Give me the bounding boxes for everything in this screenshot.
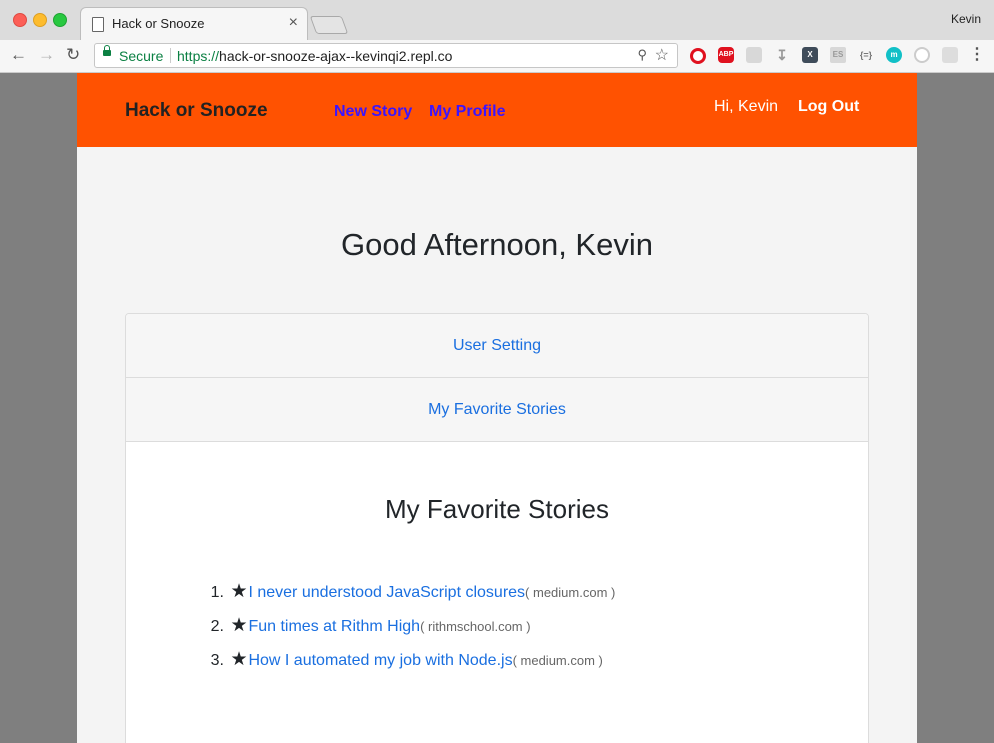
browser-titlebar: Hack or Snooze × Kevin (0, 0, 994, 41)
reload-icon[interactable]: ↻ (66, 46, 80, 64)
favorites-heading: My Favorite Stories (385, 494, 609, 524)
star-icon[interactable]: ★ (230, 614, 248, 637)
page-icon (92, 17, 104, 32)
cube-icon[interactable] (746, 47, 762, 63)
favorite-stories-toggle[interactable]: My Favorite Stories (126, 378, 868, 442)
url-scheme: https:// (177, 48, 220, 64)
page: Hack or Snooze New Story My Profile Hi, … (77, 73, 917, 743)
window-close-button[interactable] (13, 13, 27, 27)
profile-accordion: User Setting My Favorite Stories My Favo… (125, 313, 869, 743)
user-greeting[interactable]: Hi, Kevin (714, 98, 778, 116)
download-icon[interactable]: ↧ (774, 47, 790, 63)
brand-link[interactable]: Hack or Snooze (125, 100, 268, 122)
bookmark-star-icon[interactable]: ☆ (655, 45, 669, 65)
browser-toolbar: ← → ↻ Secure https://hack-or-snooze-ajax… (0, 40, 994, 73)
story-hostname: ( medium.com ) (525, 585, 616, 600)
list-item: 1. ★I never understood JavaScript closur… (202, 580, 616, 614)
window-minimize-button[interactable] (33, 13, 47, 27)
list-item: 3. ★How I automated my job with Node.js(… (202, 648, 615, 682)
adblock-plus-icon[interactable]: ABP (718, 47, 734, 63)
key-icon[interactable]: ⚲ (637, 47, 647, 63)
new-tab-button[interactable] (309, 16, 349, 34)
story-hostname: ( medium.com ) (512, 653, 603, 668)
es-extension-icon[interactable]: ES (830, 47, 846, 63)
back-arrow-icon[interactable]: ← (10, 46, 27, 64)
list-item: 2. ★Fun times at Rithm High( rithmschool… (202, 614, 615, 648)
circle-icon[interactable] (914, 47, 930, 63)
x-extension-icon[interactable]: X (802, 47, 818, 63)
secure-label: Secure (119, 48, 164, 64)
item-number: 1. (210, 584, 224, 601)
story-link[interactable]: I never understood JavaScript closures (248, 584, 525, 601)
url-text[interactable]: https://hack-or-snooze-ajax--kevinqi2.re… (177, 48, 452, 64)
star-icon[interactable]: ★ (230, 580, 248, 603)
forward-arrow-icon[interactable]: → (38, 46, 55, 64)
my-profile-link[interactable]: My Profile (429, 103, 505, 121)
lock-icon (103, 45, 111, 56)
favorite-stories-list: 1. ★I never understood JavaScript closur… (202, 580, 616, 682)
browser-menu-icon[interactable]: ⋮ (969, 45, 985, 65)
item-number: 2. (210, 618, 224, 635)
tab-title: Hack or Snooze (112, 16, 205, 31)
story-link[interactable]: How I automated my job with Node.js (248, 652, 512, 669)
browser-tab[interactable]: Hack or Snooze × (80, 7, 308, 40)
profile-name[interactable]: Kevin (951, 12, 981, 26)
settings-extension-icon[interactable] (942, 47, 958, 63)
opera-icon[interactable] (690, 48, 706, 64)
navbar: Hack or Snooze New Story My Profile Hi, … (77, 73, 917, 147)
new-story-link[interactable]: New Story (334, 103, 412, 121)
star-icon[interactable]: ★ (230, 648, 248, 671)
item-number: 3. (210, 652, 224, 669)
story-link[interactable]: Fun times at Rithm High (248, 618, 420, 635)
json-icon[interactable]: {=} (858, 47, 874, 63)
user-setting-toggle[interactable]: User Setting (126, 314, 868, 378)
story-hostname: ( rithmschool.com ) (420, 619, 531, 634)
address-bar[interactable]: Secure https://hack-or-snooze-ajax--kevi… (94, 43, 678, 68)
divider (170, 48, 171, 63)
m-extension-icon[interactable]: m (886, 47, 902, 63)
tab-close-icon[interactable]: × (289, 14, 298, 32)
window-maximize-button[interactable] (53, 13, 67, 27)
logout-link[interactable]: Log Out (798, 98, 859, 116)
page-title: Good Afternoon, Kevin (341, 227, 653, 262)
url-host: hack-or-snooze-ajax--kevinqi2.repl.co (219, 48, 453, 64)
